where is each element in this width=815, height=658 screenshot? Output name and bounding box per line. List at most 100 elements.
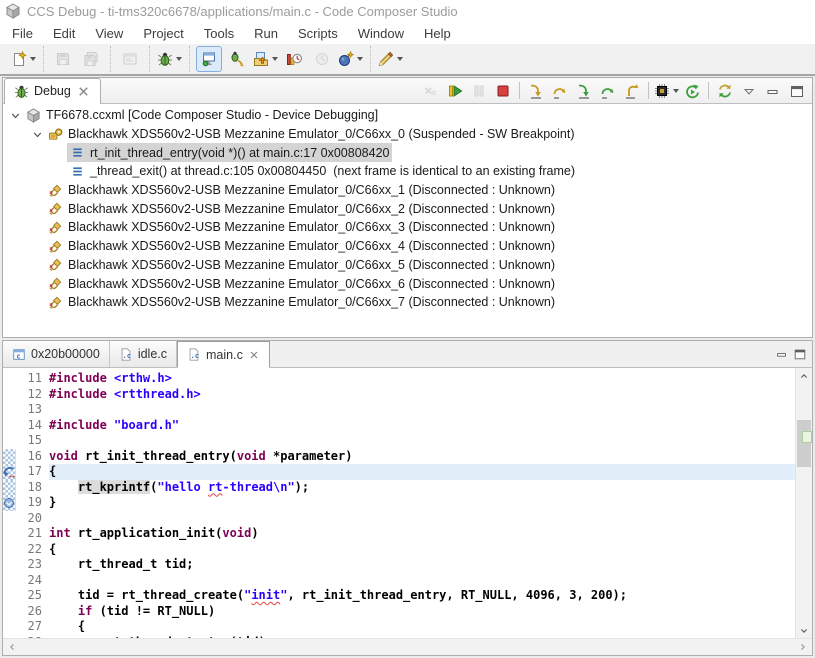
debug-button[interactable] <box>156 46 183 72</box>
maximize-button[interactable] <box>785 79 809 102</box>
editor-tab-0x20b00000[interactable]: c0x20b00000 <box>3 341 110 367</box>
scroll-up-icon[interactable] <box>796 368 812 383</box>
dropdown-arrow-icon[interactable] <box>357 57 363 61</box>
code-line[interactable]: 26 if (tid != RT_NULL) <box>3 604 796 620</box>
connect-target-button[interactable] <box>196 46 222 72</box>
debug-tree-row[interactable]: Blackhawk XDS560v2-USB Mezzanine Emulato… <box>3 181 812 200</box>
gutter <box>3 557 16 573</box>
debug-tree-row[interactable]: _thread_exit() at thread.c:105 0x0080445… <box>3 162 812 181</box>
step-return-button[interactable] <box>620 79 644 102</box>
editor-panel: c0x20b00000.cidle.c.cmain.c 11#include <… <box>2 340 813 656</box>
main-toolbar <box>0 44 815 76</box>
step-over-button[interactable] <box>548 79 572 102</box>
code-line[interactable]: 19} <box>3 495 796 511</box>
debug-tree-row[interactable]: Blackhawk XDS560v2-USB Mezzanine Emulato… <box>3 293 812 312</box>
code-line[interactable]: 24 <box>3 573 796 589</box>
editor-tab-main-c[interactable]: .c main.c <box>177 341 270 368</box>
menu-window[interactable]: Window <box>348 24 414 43</box>
code-line[interactable]: 25 tid = rt_thread_create("init", rt_ini… <box>3 588 796 604</box>
file-c-icon: .c <box>119 347 133 362</box>
refresh-button[interactable] <box>713 79 737 102</box>
plug-disconnected-icon <box>48 220 63 235</box>
menu-file[interactable]: File <box>2 24 43 43</box>
new-button[interactable] <box>10 46 37 72</box>
debug-tree-row[interactable]: Blackhawk XDS560v2-USB Mezzanine Emulato… <box>3 274 812 293</box>
scroll-down-icon[interactable] <box>796 623 812 638</box>
dropdown-arrow-icon[interactable] <box>397 57 403 61</box>
profile-clock-button[interactable] <box>281 46 307 72</box>
restart-icon <box>684 83 700 99</box>
terminate-button[interactable] <box>491 79 515 102</box>
load-program-button[interactable] <box>252 46 279 72</box>
dropdown-arrow-icon[interactable] <box>272 57 278 61</box>
horizontal-scrollbar[interactable] <box>3 638 812 655</box>
menu-help[interactable]: Help <box>414 24 461 43</box>
code-line[interactable]: 18 rt_kprintf("hello rt-thread\n"); <box>3 480 796 496</box>
code-line[interactable]: 23 rt_thread_t tid; <box>3 557 796 573</box>
code-line[interactable]: 12#include <rtthread.h> <box>3 387 796 403</box>
debug-tree-row[interactable]: Blackhawk XDS560v2-USB Mezzanine Emulato… <box>3 218 812 237</box>
code-line[interactable]: 27 { <box>3 619 796 635</box>
step-into-button[interactable] <box>524 79 548 102</box>
scrollbar-thumb[interactable] <box>797 420 811 467</box>
dropdown-arrow-icon[interactable] <box>30 57 36 61</box>
view-menu-button[interactable] <box>737 79 761 102</box>
menu-project[interactable]: Project <box>133 24 193 43</box>
file-c-icon: .c <box>187 347 201 362</box>
restart-button[interactable] <box>680 79 704 102</box>
tree-item-label: Blackhawk XDS560v2-USB Mezzanine Emulato… <box>68 127 575 141</box>
plug-disconnected-icon <box>48 295 63 310</box>
debug-tree-row[interactable]: Blackhawk XDS560v2-USB Mezzanine Emulato… <box>3 199 812 218</box>
assembly-step-into-button[interactable] <box>572 79 596 102</box>
code-line[interactable]: 20 <box>3 511 796 527</box>
code-line[interactable]: 17{ <box>3 464 796 480</box>
menu-bar: FileEditViewProjectToolsRunScriptsWindow… <box>0 22 815 44</box>
save-icon <box>55 51 71 67</box>
code-line[interactable]: 14#include "board.h" <box>3 418 796 434</box>
resume-button[interactable] <box>443 79 467 102</box>
pin-highlight-button[interactable] <box>377 46 404 72</box>
processor-options-button[interactable] <box>653 79 680 102</box>
gutter <box>3 573 16 589</box>
new-breakpoint-button[interactable] <box>337 46 364 72</box>
menu-scripts[interactable]: Scripts <box>288 24 348 43</box>
debug-tree-row[interactable]: Blackhawk XDS560v2-USB Mezzanine Emulato… <box>3 125 812 144</box>
code-area[interactable]: 11#include <rthw.h>12#include <rtthread.… <box>3 368 796 638</box>
code-line[interactable]: 22{ <box>3 542 796 558</box>
debug-tree-row[interactable]: rt_init_thread_entry(void *)() at main.c… <box>3 143 812 162</box>
debug-tree-row[interactable]: Blackhawk XDS560v2-USB Mezzanine Emulato… <box>3 256 812 275</box>
scroll-right-icon[interactable] <box>797 641 809 653</box>
svg-text:c: c <box>16 352 20 360</box>
maximize-icon[interactable] <box>793 347 807 361</box>
code-line[interactable]: 21int rt_application_init(void) <box>3 526 796 542</box>
scroll-left-icon[interactable] <box>6 641 18 653</box>
debug-launch-button[interactable] <box>224 46 250 72</box>
code-line[interactable]: 13 <box>3 402 796 418</box>
tree-item-label: rt_init_thread_entry(void *)() at main.c… <box>90 146 389 160</box>
line-number: 27 <box>16 619 49 635</box>
editor-tabs: c0x20b00000.cidle.c.cmain.c <box>3 341 270 367</box>
assembly-step-over-button[interactable] <box>596 79 620 102</box>
code-line[interactable]: 16void rt_init_thread_entry(void *parame… <box>3 449 796 465</box>
menu-run[interactable]: Run <box>244 24 288 43</box>
editor-tab-label: main.c <box>206 348 243 362</box>
menu-view[interactable]: View <box>85 24 133 43</box>
expander-icon[interactable] <box>29 128 45 141</box>
debug-tree-row[interactable]: TF6678.ccxml [Code Composer Studio - Dev… <box>3 106 812 125</box>
dropdown-arrow-icon[interactable] <box>176 57 182 61</box>
code-line[interactable]: 15 <box>3 433 796 449</box>
tab-debug[interactable]: Debug <box>4 78 101 104</box>
minimize-icon[interactable] <box>775 347 789 361</box>
code-line[interactable]: 11#include <rthw.h> <box>3 371 796 387</box>
vertical-scrollbar[interactable] <box>795 368 812 638</box>
dropdown-arrow-icon[interactable] <box>673 89 679 93</box>
close-icon[interactable] <box>76 84 91 99</box>
menu-tools[interactable]: Tools <box>194 24 244 43</box>
step-return-icon <box>624 83 640 99</box>
editor-tab-idle-c[interactable]: .cidle.c <box>110 341 177 367</box>
expander-icon[interactable] <box>7 109 23 122</box>
menu-edit[interactable]: Edit <box>43 24 85 43</box>
debug-tree-row[interactable]: Blackhawk XDS560v2-USB Mezzanine Emulato… <box>3 237 812 256</box>
minimize-button[interactable] <box>761 79 785 102</box>
close-icon[interactable] <box>248 349 260 361</box>
